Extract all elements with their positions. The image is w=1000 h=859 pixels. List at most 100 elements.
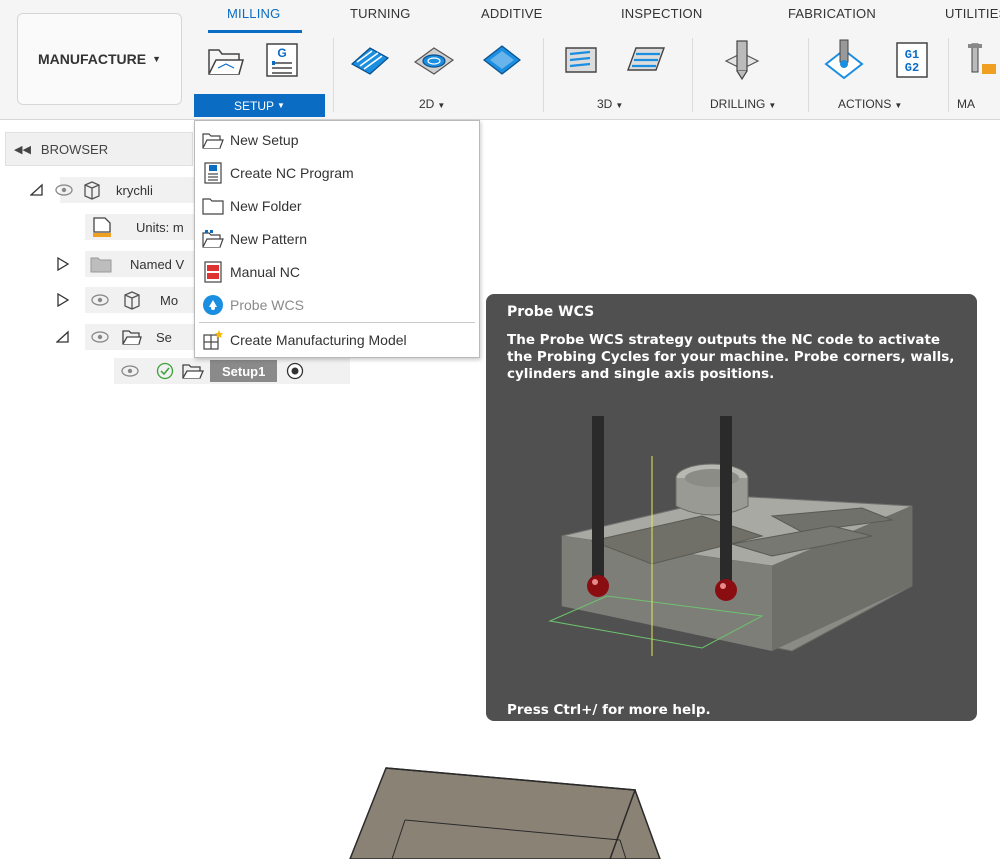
menu-item-label: Probe WCS [230, 297, 304, 313]
new-setup-tool[interactable] [203, 38, 247, 82]
eye-icon[interactable] [120, 364, 140, 378]
caret-down-icon: ▼ [894, 101, 903, 110]
workspace-switcher-button[interactable]: MANUFACTURE ▼ [17, 13, 182, 105]
nc-program-icon: G [266, 43, 298, 77]
tool-library-icon [968, 43, 996, 74]
ribbon-toolbar: MILLING TURNING ADDITIVE INSPECTION FABR… [0, 0, 1000, 120]
menu-item-label: Create NC Program [230, 165, 354, 181]
menu-divider [199, 322, 475, 323]
2d-pocket-icon [413, 47, 455, 75]
pattern-icon [202, 230, 224, 248]
create-nc-program-tool[interactable]: G [260, 38, 304, 82]
folder-icon [90, 257, 112, 273]
menu-item-manual-nc[interactable]: Manual NC [195, 257, 479, 287]
tab-additive[interactable]: ADDITIVE [481, 6, 543, 21]
post-process-tool[interactable]: G1 G2 [890, 38, 934, 82]
component-icon [124, 291, 140, 310]
setup1-label[interactable]: Setup1 [210, 360, 278, 382]
activate-radio-icon[interactable] [285, 361, 305, 381]
menu-item-new-folder[interactable]: New Folder [195, 191, 479, 221]
eye-icon[interactable] [90, 293, 110, 307]
tree-label: Se [156, 329, 172, 345]
menu-item-probe-wcs[interactable]: Probe WCS [195, 290, 479, 320]
face-icon [483, 45, 521, 75]
g1-text: G1 [905, 48, 919, 62]
collapsed-triangle-icon[interactable] [56, 257, 70, 271]
tab-fabrication[interactable]: FABRICATION [788, 6, 876, 21]
tree-label: krychli [116, 182, 153, 198]
probe-wcs-icon [203, 295, 223, 315]
2d-adaptive-icon [350, 47, 390, 75]
collapsed-triangle-icon[interactable] [56, 293, 70, 307]
3d-model-viewport[interactable] [330, 760, 670, 859]
2d-group-label[interactable]: 2D ▼ [419, 97, 445, 111]
tab-milling[interactable]: MILLING [227, 6, 280, 21]
folder-icon [202, 198, 224, 215]
drill-icon [724, 40, 760, 81]
setup-group-label: SETUP [234, 98, 275, 113]
tooltip-title: Probe WCS [507, 304, 595, 320]
actions-group-label[interactable]: ACTIONS ▼ [838, 97, 902, 111]
tooltip-help-hint: Press Ctrl+/ for more help. [507, 702, 711, 718]
setup-folder-icon [208, 49, 244, 75]
tree-row-setups[interactable]: Se [56, 324, 172, 350]
tree-row-root[interactable]: krychli [30, 177, 153, 203]
2d-adaptive-tool[interactable] [348, 38, 392, 82]
drill-tool[interactable] [720, 38, 764, 82]
3d-adaptive-icon [565, 47, 597, 73]
menu-item-label: New Setup [230, 132, 299, 148]
tab-turning[interactable]: TURNING [350, 6, 411, 21]
menu-item-new-pattern[interactable]: New Pattern [195, 224, 479, 254]
caret-down-icon: ▼ [437, 101, 446, 110]
tab-utilities[interactable]: UTILITIES [945, 6, 1000, 21]
group-divider [543, 38, 544, 112]
3d-parallel-tool[interactable] [624, 38, 668, 82]
eye-icon[interactable] [54, 183, 74, 197]
setup-folder-icon [122, 330, 142, 345]
manage-group-label[interactable]: MA [957, 97, 975, 111]
tooltip-description: The Probe WCS strategy outputs the NC co… [507, 332, 955, 382]
collapse-browser-icon[interactable]: ◀◀ [14, 143, 31, 156]
tree-row-units[interactable]: Units: m [92, 214, 184, 240]
face-tool[interactable] [480, 38, 524, 82]
expanded-triangle-icon[interactable] [30, 183, 44, 197]
nc-icon-text: G [277, 46, 286, 60]
3d-adaptive-tool[interactable] [560, 38, 604, 82]
caret-down-icon: ▼ [277, 101, 285, 110]
tree-row-named-views[interactable]: Named V [56, 251, 184, 277]
browser-title: BROWSER [40, 141, 109, 157]
browser-panel-header[interactable]: ◀◀ BROWSER [5, 132, 193, 166]
document-units-icon [93, 217, 111, 237]
eye-icon[interactable] [90, 330, 110, 344]
expanded-triangle-icon[interactable] [56, 330, 70, 344]
tree-label: Mo [160, 292, 179, 308]
tab-inspection[interactable]: INSPECTION [621, 6, 702, 21]
menu-item-create-manufacturing-model[interactable]: Create Manufacturing Model [195, 325, 479, 355]
drilling-group-label[interactable]: DRILLING ▼ [710, 97, 776, 111]
workspace-label: MANUFACTURE [37, 51, 147, 67]
tool-library-tool[interactable] [964, 38, 1000, 82]
probe-wcs-icon [824, 39, 864, 80]
3d-group-label[interactable]: 3D ▼ [597, 97, 623, 111]
caret-down-icon: ▼ [152, 54, 162, 64]
tree-row-models[interactable]: Mo [56, 287, 178, 313]
group-divider [948, 38, 949, 112]
tree-label: Named V [130, 256, 185, 272]
group-divider [808, 38, 809, 112]
probe-illustration [548, 416, 913, 656]
2d-pocket-tool[interactable] [412, 38, 456, 82]
tree-label: Units: m [136, 219, 184, 235]
setup-dropdown-button[interactable]: SETUP ▼ [194, 94, 325, 117]
group-divider [692, 38, 693, 112]
g2-text: G2 [905, 61, 919, 75]
tree-row-setup1[interactable]: Setup1 [120, 358, 305, 384]
check-circle-icon [156, 362, 174, 380]
caret-down-icon: ▼ [615, 101, 624, 110]
probe-wcs-tool[interactable] [822, 38, 866, 82]
active-tab-indicator [208, 30, 302, 33]
manual-nc-icon [204, 261, 222, 283]
menu-item-create-nc-program[interactable]: Create NC Program [195, 158, 479, 188]
menu-item-new-setup[interactable]: New Setup [195, 125, 479, 155]
nc-program-icon [204, 162, 222, 184]
group-divider [333, 38, 334, 112]
